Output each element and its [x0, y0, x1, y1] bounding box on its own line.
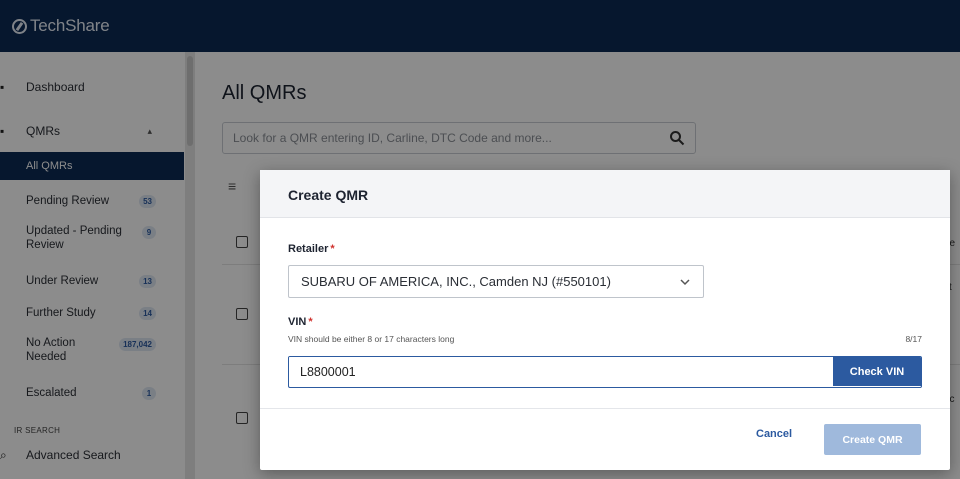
retailer-select[interactable]: SUBARU OF AMERICA, INC., Camden NJ (#550… — [288, 265, 704, 298]
create-qmr-dialog: Create QMR Retailer * SUBARU OF AMERICA, … — [260, 170, 950, 470]
vin-input-group: Check VIN — [288, 356, 922, 388]
vin-char-counter: 8/17 — [905, 334, 922, 344]
create-qmr-button[interactable]: Create QMR — [824, 424, 921, 455]
dialog-title: Create QMR — [288, 187, 369, 203]
vin-label-text: VIN — [288, 316, 307, 328]
cancel-button[interactable]: Cancel — [756, 428, 792, 440]
dialog-footer-divider — [260, 408, 950, 409]
dialog-header: Create QMR — [260, 170, 950, 218]
retailer-select-value: SUBARU OF AMERICA, INC., Camden NJ (#550… — [301, 274, 611, 289]
required-mark: * — [330, 243, 335, 255]
retailer-label: Retailer * — [288, 243, 335, 255]
retailer-label-text: Retailer — [288, 243, 329, 255]
vin-label: VIN * — [288, 316, 313, 328]
vin-help-text: VIN should be either 8 or 17 characters … — [288, 334, 455, 344]
vin-input[interactable] — [289, 357, 834, 386]
chevron-down-icon — [680, 279, 690, 286]
check-vin-button[interactable]: Check VIN — [833, 357, 921, 386]
required-mark: * — [308, 316, 313, 328]
